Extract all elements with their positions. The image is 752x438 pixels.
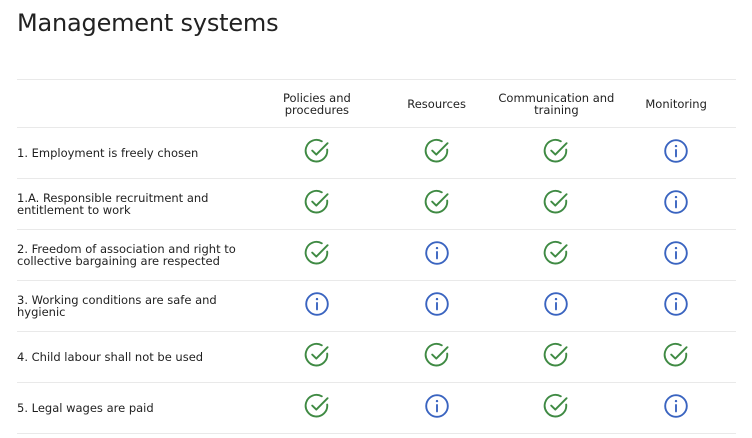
table-row: 3. Working conditions are safe and hygie…	[17, 280, 736, 332]
column-header: Communication and training	[496, 79, 617, 128]
check-circle-icon	[424, 342, 450, 368]
info-circle-icon	[663, 189, 689, 215]
table-row: 5. Legal wages are paid	[17, 382, 736, 434]
check-circle-icon	[543, 393, 569, 419]
info-circle-icon	[543, 291, 569, 317]
row-label: 5. Legal wages are paid	[17, 382, 257, 434]
status-cell	[496, 229, 617, 281]
status-cell	[257, 280, 377, 332]
status-cell	[496, 280, 617, 332]
status-cell	[257, 331, 377, 383]
status-cell	[257, 382, 377, 434]
status-cell	[496, 178, 617, 230]
row-label: 1. Employment is freely chosen	[17, 127, 257, 179]
check-circle-icon	[543, 240, 569, 266]
row-label: 4. Child labour shall not be used	[17, 331, 257, 383]
info-circle-icon	[663, 291, 689, 317]
status-cell	[376, 382, 497, 434]
column-header: Monitoring	[616, 79, 736, 128]
status-cell	[616, 280, 736, 332]
status-cell	[616, 178, 736, 230]
status-cell	[616, 382, 736, 434]
row-label: 3. Working conditions are safe and hygie…	[17, 280, 257, 332]
row-label: 1.A. Responsible recruitment and entitle…	[17, 178, 257, 230]
status-cell	[257, 127, 377, 179]
management-systems-table: Policies and procedures Resources Commun…	[17, 79, 736, 434]
check-circle-icon	[543, 138, 569, 164]
check-circle-icon	[304, 240, 330, 266]
check-circle-icon	[304, 342, 330, 368]
info-circle-icon	[663, 240, 689, 266]
status-cell	[616, 229, 736, 281]
status-cell	[376, 331, 497, 383]
check-circle-icon	[424, 138, 450, 164]
check-circle-icon	[663, 342, 689, 368]
row-label: 2. Freedom of association and right to c…	[17, 229, 257, 281]
status-cell	[496, 382, 617, 434]
status-cell	[616, 127, 736, 179]
status-cell	[616, 331, 736, 383]
table-row: 1. Employment is freely chosen	[17, 127, 736, 179]
status-cell	[257, 178, 377, 230]
status-cell	[496, 331, 617, 383]
info-circle-icon	[663, 138, 689, 164]
header-blank	[17, 79, 257, 128]
status-cell	[376, 127, 497, 179]
check-circle-icon	[424, 189, 450, 215]
table-row: 1.A. Responsible recruitment and entitle…	[17, 178, 736, 230]
check-circle-icon	[543, 189, 569, 215]
status-cell	[376, 229, 497, 281]
status-cell	[496, 127, 617, 179]
table-row: 2. Freedom of association and right to c…	[17, 229, 736, 281]
check-circle-icon	[304, 393, 330, 419]
header-row: Policies and procedures Resources Commun…	[17, 79, 736, 128]
info-circle-icon	[663, 393, 689, 419]
check-circle-icon	[304, 138, 330, 164]
page-title: Management systems	[17, 9, 279, 37]
column-header: Policies and procedures	[257, 79, 377, 128]
status-cell	[376, 178, 497, 230]
check-circle-icon	[543, 342, 569, 368]
check-circle-icon	[304, 189, 330, 215]
info-circle-icon	[424, 240, 450, 266]
status-cell	[376, 280, 497, 332]
column-header: Resources	[376, 79, 497, 128]
table-row: 4. Child labour shall not be used	[17, 331, 736, 383]
info-circle-icon	[304, 291, 330, 317]
status-cell	[257, 229, 377, 281]
info-circle-icon	[424, 393, 450, 419]
info-circle-icon	[424, 291, 450, 317]
